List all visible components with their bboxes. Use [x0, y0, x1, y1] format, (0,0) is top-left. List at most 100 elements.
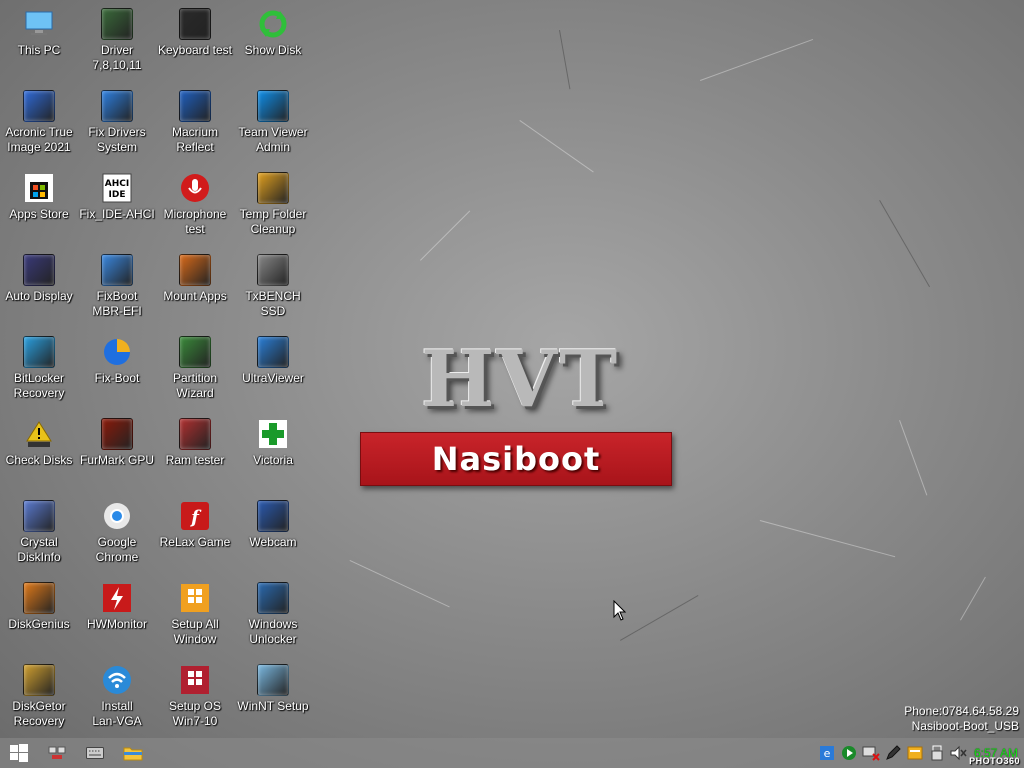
desktop-icon-mount-apps[interactable]: Mount Apps	[156, 250, 234, 332]
logo-title: HVT	[420, 334, 620, 425]
diskgenius-icon	[23, 582, 55, 614]
desktop-icon-grid: This PC Driver 7,8,10,11 Keyboard test Show…	[0, 4, 312, 742]
desktop-icon-check-disks[interactable]: Check Disks	[0, 414, 78, 496]
desktop-icon-furmark-gpu[interactable]: FurMark GPU	[78, 414, 156, 496]
desktop-icon-label: Install Lan-VGA	[92, 699, 142, 728]
logo-subtitle: Nasiboot	[431, 440, 601, 478]
bitlocker-search-icon	[23, 336, 55, 368]
ahci-ide-icon: AHCI IDE	[101, 172, 133, 204]
desktop-icon-ram-tester[interactable]: Ram tester	[156, 414, 234, 496]
desktop-icon-label: Macrium Reflect	[171, 125, 218, 154]
desktop-icon-setup-os-win7-10[interactable]: Setup OS Win7-10	[156, 660, 234, 742]
desktop-icon-driver-7-8-10-11[interactable]: Driver 7,8,10,11	[78, 4, 156, 86]
desktop-icon-label: Microphone test	[163, 207, 227, 236]
desktop-icon-bitlocker-recovery[interactable]: BitLocker Recovery	[0, 332, 78, 414]
desktop-icon-fix-boot[interactable]: Fix-Boot	[78, 332, 156, 414]
desktop-icon-apps-store[interactable]: Apps Store	[0, 168, 78, 250]
desktop-icon-label: Check Disks	[5, 453, 73, 467]
green-cross-icon	[257, 418, 289, 450]
desktop-icon-label: DiskGetor Recovery	[12, 699, 66, 728]
desktop-icon-label: Setup OS Win7-10	[168, 699, 222, 728]
usb-icon[interactable]	[926, 738, 948, 768]
desktop-icon-acronic-true-image-2021[interactable]: Acronic True Image 2021	[0, 86, 78, 168]
desktop-icon-label: Fix_IDE-AHCI	[79, 207, 155, 221]
desktop-icon-label: Driver 7,8,10,11	[92, 43, 142, 72]
boot-name: Nasiboot-Boot_USB	[911, 719, 1019, 733]
desktop-icon-label: BitLocker Recovery	[13, 371, 65, 400]
display-paint-icon	[23, 254, 55, 286]
wifi-icon	[101, 664, 133, 696]
desktop-icon-install-lan-vga[interactable]: Install Lan-VGA	[78, 660, 156, 742]
desktop-icon-this-pc[interactable]: This PC	[0, 4, 78, 86]
desktop-icon-label: DiskGenius	[8, 617, 70, 631]
desktop-icon-webcam[interactable]: Webcam	[234, 496, 312, 578]
desktop-icon-hwmonitor[interactable]: HWMonitor	[78, 578, 156, 660]
phone-number: Phone:0784.64.58.29	[904, 704, 1019, 718]
keyboard-icon[interactable]	[76, 738, 114, 768]
crystal-diskinfo-icon	[23, 500, 55, 532]
desktop-icon-label: FixBoot MBR-EFI	[92, 289, 142, 318]
desktop-icon-microphone-test[interactable]: Microphone test	[156, 168, 234, 250]
desktop-icon-fixboot-mbr-efi[interactable]: FixBoot MBR-EFI	[78, 250, 156, 332]
warning-drive-icon	[23, 418, 55, 450]
svg-text:e: e	[824, 747, 831, 760]
desktop-icon-label: Google Chrome	[95, 535, 139, 564]
desktop-icon-label: Team Viewer Admin	[238, 125, 308, 154]
desktop-icon-auto-display[interactable]: Auto Display	[0, 250, 78, 332]
desktop-icon-label: Keyboard test	[157, 43, 233, 57]
desktop-icon-windows-unlocker[interactable]: Windows Unlocker	[234, 578, 312, 660]
desktop-icon-diskgetor-recovery[interactable]: DiskGetor Recovery	[0, 660, 78, 742]
desktop-icon-show-disk[interactable]: Show Disk	[234, 4, 312, 86]
svg-text:AHCI: AHCI	[105, 179, 129, 189]
desktop-icon-label: Partition Wizard	[172, 371, 218, 400]
desktop-icon-keyboard-test[interactable]: Keyboard test	[156, 4, 234, 86]
desktop-icon-victoria[interactable]: Victoria	[234, 414, 312, 496]
desktop-icon-txbench-ssd[interactable]: TxBENCH SSD	[234, 250, 312, 332]
desktop-icon-label: Mount Apps	[163, 289, 227, 303]
desktop-icon-label: FurMark GPU	[79, 453, 154, 467]
teamviewer-icon	[257, 90, 289, 122]
desktop-info-text: Phone:0784.64.58.29 Nasiboot-Boot_USB	[904, 704, 1019, 734]
desktop-icon-setup-all-window[interactable]: Setup All Window	[156, 578, 234, 660]
desktop-icon-macrium-reflect[interactable]: Macrium Reflect	[156, 86, 234, 168]
desktop-icon-ultraviewer[interactable]: UltraViewer	[234, 332, 312, 414]
volume-muted-icon[interactable]	[948, 738, 970, 768]
desktop-icon-partition-wizard[interactable]: Partition Wizard	[156, 332, 234, 414]
chrome-icon	[101, 500, 133, 532]
photo360-watermark: PHOTO360	[969, 756, 1020, 766]
hvt-logo: HVT Nasiboot	[360, 340, 672, 490]
network-share-icon[interactable]	[38, 738, 76, 768]
fix-drivers-icon	[101, 90, 133, 122]
ie-icon[interactable]: e	[816, 738, 838, 768]
desktop-icon-diskgenius[interactable]: DiskGenius	[0, 578, 78, 660]
desktop-icon-fix-ide-ahci[interactable]: AHCI IDE Fix_IDE-AHCI	[78, 168, 156, 250]
file-explorer-icon[interactable]	[114, 738, 152, 768]
media-player-icon[interactable]	[838, 738, 860, 768]
desktop-icon-label: Acronic True Image 2021	[5, 125, 73, 154]
flash-icon: f	[179, 500, 211, 532]
desktop-icon-fix-drivers-system[interactable]: Fix Drivers System	[78, 86, 156, 168]
windows-start-icon[interactable]	[0, 738, 38, 768]
desktop-icon-label: Auto Display	[5, 289, 73, 303]
pie-chart-icon	[101, 336, 133, 368]
ram-tester-icon	[179, 418, 211, 450]
network-disconnected-icon[interactable]	[860, 738, 882, 768]
desktop-icon-label: Temp Folder Cleanup	[239, 207, 307, 236]
pen-icon[interactable]	[882, 738, 904, 768]
broom-icon	[257, 172, 289, 204]
desktop-icon-team-viewer-admin[interactable]: Team Viewer Admin	[234, 86, 312, 168]
desktop-icon-label: Victoria	[253, 453, 293, 467]
winnt-setup-icon	[257, 664, 289, 696]
desktop-icon-winnt-setup[interactable]: WinNT Setup	[234, 660, 312, 742]
desktop-icon-crystal-diskinfo[interactable]: Crystal DiskInfo	[0, 496, 78, 578]
desktop-icon-label: This PC	[17, 43, 61, 57]
monitor-icon	[23, 8, 55, 40]
desktop-icon-label: Windows Unlocker	[248, 617, 298, 646]
desktop-icon-temp-folder-cleanup[interactable]: Temp Folder Cleanup	[234, 168, 312, 250]
folder-tray-icon[interactable]	[904, 738, 926, 768]
desktop-icon-relax-game[interactable]: f ReLax Game	[156, 496, 234, 578]
desktop-icon-google-chrome[interactable]: Google Chrome	[78, 496, 156, 578]
driver-cube-icon	[101, 8, 133, 40]
ssd-icon	[257, 254, 289, 286]
acronis-icon	[23, 90, 55, 122]
